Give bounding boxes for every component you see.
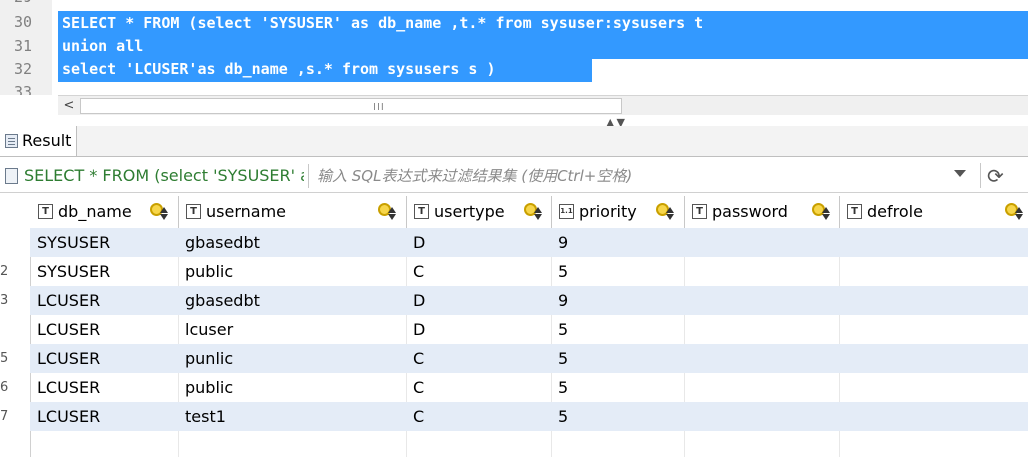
table-row[interactable]: LCUSER test1 C 5 — [30, 402, 1028, 431]
cell-usertype[interactable]: D — [413, 291, 425, 310]
column-header-label: username — [206, 202, 286, 221]
table-icon — [5, 134, 18, 148]
refresh-icon: ⟳ — [987, 164, 1004, 188]
column-header-usertype[interactable]: T usertype — [406, 196, 552, 228]
row-number: 5 — [0, 351, 8, 366]
chevron-down-icon[interactable] — [954, 170, 966, 177]
table-row[interactable]: LCUSER lcuser D 5 — [30, 315, 1028, 344]
cell-username[interactable]: public — [185, 262, 233, 281]
numeric-type-icon: 1.1 — [559, 204, 574, 219]
line-number: 31 — [14, 37, 33, 55]
text-type-icon: T — [692, 204, 707, 219]
row-number: 7 — [0, 409, 8, 424]
cell-username[interactable]: punlic — [185, 349, 233, 368]
sort-filter-icon[interactable] — [656, 201, 676, 221]
line-number-gutter: 29 30 31 32 33 — [0, 0, 52, 95]
cell-db_name[interactable]: LCUSER — [37, 378, 100, 397]
row-number — [0, 315, 8, 344]
table-row[interactable]: SYSUSER gbasedbt D 9 — [30, 228, 1028, 257]
cell-priority[interactable]: 9 — [558, 233, 568, 252]
row-number — [0, 228, 8, 257]
column-header-label: db_name — [58, 202, 132, 221]
sql-script-icon — [5, 168, 18, 184]
text-type-icon: T — [414, 204, 429, 219]
cell-db_name[interactable]: LCUSER — [37, 349, 100, 368]
cell-username[interactable]: lcuser — [185, 320, 233, 339]
editor-horizontal-scrollbar[interactable]: < III — [58, 95, 1028, 115]
cell-usertype[interactable]: D — [413, 233, 425, 252]
column-header-label: password — [712, 202, 788, 221]
column-header-label: priority — [579, 202, 637, 221]
cell-username[interactable]: gbasedbt — [185, 233, 260, 252]
tab-result[interactable]: Result — [0, 126, 77, 156]
line-number: 33 — [14, 83, 33, 95]
result-grid: T db_name T username T usertype 1.1 prio… — [0, 196, 1028, 457]
sort-filter-icon[interactable] — [150, 201, 170, 221]
refresh-button[interactable]: ⟳ — [980, 163, 1011, 188]
scroll-left-arrow-icon[interactable]: < — [62, 96, 76, 115]
column-header-username[interactable]: T username — [178, 196, 407, 228]
table-row[interactable]: LCUSER punlic C 5 — [30, 344, 1028, 373]
cell-priority[interactable]: 5 — [558, 320, 568, 339]
cell-priority[interactable]: 5 — [558, 407, 568, 426]
row-number: 6 — [0, 380, 8, 395]
code-line[interactable]: select 'LCUSER'as db_name ,s.* from sysu… — [62, 58, 495, 81]
cell-usertype[interactable]: C — [413, 349, 424, 368]
column-header-db_name[interactable]: T db_name — [30, 196, 179, 228]
tab-result-label: Result — [22, 131, 72, 150]
column-header-password[interactable]: T password — [684, 196, 840, 228]
cell-usertype[interactable]: C — [413, 262, 424, 281]
line-number: 30 — [14, 13, 33, 31]
result-tab-bar: Result — [0, 126, 1028, 157]
sort-filter-icon[interactable] — [1005, 201, 1025, 221]
sort-filter-icon[interactable] — [812, 201, 832, 221]
filter-input[interactable] — [308, 164, 987, 188]
table-row[interactable]: LCUSER public C 5 — [30, 373, 1028, 402]
row-number: 2 — [0, 264, 8, 279]
grid-header: T db_name T username T usertype 1.1 prio… — [30, 196, 1028, 229]
cell-priority[interactable]: 5 — [558, 262, 568, 281]
cell-priority[interactable]: 5 — [558, 349, 568, 368]
column-header-label: defrole — [867, 202, 923, 221]
cell-priority[interactable]: 9 — [558, 291, 568, 310]
cell-db_name[interactable]: SYSUSER — [37, 233, 110, 252]
text-type-icon: T — [38, 204, 53, 219]
code-line[interactable]: union all — [62, 35, 143, 58]
cell-db_name[interactable]: SYSUSER — [37, 262, 110, 281]
result-filter-bar: SELECT * FROM (select 'SYSUSER' a ⟳ — [0, 160, 1028, 193]
cell-usertype[interactable]: D — [413, 320, 425, 339]
line-number: 29 — [14, 0, 48, 6]
sort-filter-icon[interactable] — [524, 201, 544, 221]
cell-username[interactable]: gbasedbt — [185, 291, 260, 310]
line-number: 32 — [14, 60, 33, 78]
cell-db_name[interactable]: LCUSER — [37, 291, 100, 310]
column-header-defrole[interactable]: T defrole — [839, 196, 1028, 228]
text-type-icon: T — [847, 204, 862, 219]
cell-db_name[interactable]: LCUSER — [37, 320, 100, 339]
cell-username[interactable]: test1 — [185, 407, 226, 426]
sort-filter-icon[interactable] — [378, 201, 398, 221]
text-type-icon: T — [186, 204, 201, 219]
sql-editor[interactable]: 29 30 31 32 33 SELECT * FROM (select 'SY… — [0, 0, 1028, 95]
cell-username[interactable]: public — [185, 378, 233, 397]
cell-usertype[interactable]: C — [413, 407, 424, 426]
table-row[interactable]: LCUSER gbasedbt D 9 — [30, 286, 1028, 315]
table-row[interactable]: SYSUSER public C 5 — [30, 257, 1028, 286]
cell-priority[interactable]: 5 — [558, 378, 568, 397]
cell-usertype[interactable]: C — [413, 378, 424, 397]
row-number: 3 — [0, 293, 8, 308]
code-line[interactable]: SELECT * FROM (select 'SYSUSER' as db_na… — [62, 12, 703, 35]
column-header-priority[interactable]: 1.1 priority — [551, 196, 685, 228]
cell-db_name[interactable]: LCUSER — [37, 407, 100, 426]
column-header-label: usertype — [434, 202, 505, 221]
scrollbar-grip-icon: III — [373, 102, 385, 113]
scrollbar-thumb[interactable]: III — [80, 98, 622, 114]
active-query-label: SELECT * FROM (select 'SYSUSER' a — [24, 166, 304, 185]
